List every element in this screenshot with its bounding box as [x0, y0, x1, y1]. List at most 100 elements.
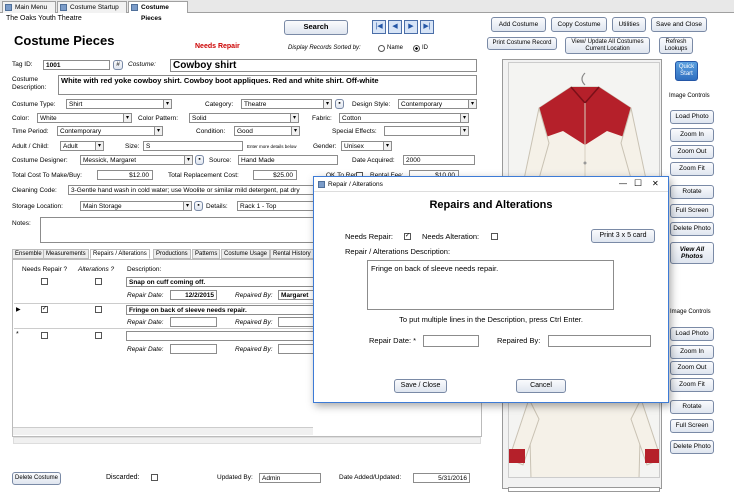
needs-repair-checkbox[interactable] [41, 278, 48, 285]
repaired-by-field[interactable] [548, 335, 651, 347]
zoom-out-button[interactable]: Zoom Out [670, 145, 714, 159]
date-acquired-field[interactable]: 2000 [403, 155, 475, 165]
add-designer-button[interactable]: ▪ [195, 155, 204, 165]
notes-field[interactable] [40, 217, 315, 243]
horizontal-scrollbar[interactable] [13, 427, 313, 435]
tab-patterns[interactable]: Patterns [192, 249, 221, 259]
add-costume-button[interactable]: Add Costume [491, 17, 546, 32]
repair-date-field[interactable] [170, 317, 217, 327]
repair-date-field[interactable]: 12/2/2015 [170, 290, 217, 300]
alteration-checkbox[interactable] [95, 332, 102, 339]
adult-child-select[interactable]: Adult ▾ [60, 141, 104, 151]
prev-record-icon[interactable]: ◀ [388, 20, 402, 34]
full-screen-button[interactable]: Full Screen [670, 204, 714, 218]
alteration-checkbox[interactable] [95, 278, 102, 285]
costume-name-field[interactable]: Cowboy shirt [170, 59, 477, 72]
tab-costume-startup[interactable]: Costume Startup [57, 1, 127, 13]
discarded-checkbox[interactable] [151, 474, 158, 481]
fabric-select[interactable]: Cotton ▾ [339, 113, 469, 123]
description-field[interactable]: White with red yoke cowboy shirt. Cowboy… [58, 75, 477, 95]
details-field[interactable]: Rack 1 - Top [237, 201, 317, 211]
storage-location-select[interactable]: Main Storage ▾ [80, 201, 192, 211]
needs-repair-checkbox[interactable] [41, 332, 48, 339]
rotate-button[interactable]: Rotate [670, 400, 714, 414]
tab-rental-history[interactable]: Rental History [270, 249, 314, 259]
needs-repair-checkbox[interactable]: ✓ [404, 233, 411, 240]
tab-repairs-alterations[interactable]: Repairs / Alterations [90, 249, 150, 259]
alteration-checkbox[interactable] [95, 306, 102, 313]
tab-costume-usage[interactable]: Costume Usage [221, 249, 271, 259]
print-card-button[interactable]: Print 3 x 5 card [591, 229, 655, 243]
save-close-button[interactable]: Save / Close [394, 379, 447, 393]
tab-costume-pieces[interactable]: Costume Pieces [128, 1, 188, 22]
tab-ensemble[interactable]: Ensemble [12, 249, 45, 259]
color-pattern-select[interactable]: Solid ▾ [189, 113, 299, 123]
repaired-by-field[interactable]: Margaret [278, 290, 314, 300]
design-style-select[interactable]: Contemporary ▾ [398, 99, 477, 109]
condition-select[interactable]: Good ▾ [234, 126, 300, 136]
designer-select[interactable]: Messick, Margaret ▾ [80, 155, 193, 165]
view-update-costumes-button[interactable]: View/ Update All Costumes Current Locati… [565, 37, 650, 54]
cleaning-code-select[interactable]: 3-Gentle hand wash in cold water; use Wo… [68, 185, 318, 195]
add-storage-button[interactable]: ▪ [194, 201, 203, 211]
repair-description-field[interactable]: Fringe on back of sleeve needs repair. [126, 305, 314, 315]
category-select[interactable]: Theatre ▾ [241, 99, 332, 109]
repair-date-field[interactable] [423, 335, 479, 347]
tab-measurements[interactable]: Measurements [43, 249, 89, 259]
repair-description-field[interactable]: Snap on cuff coming off. [126, 277, 314, 287]
time-period-select[interactable]: Contemporary ▾ [57, 126, 163, 136]
gender-select[interactable]: Unisex ▾ [341, 141, 392, 151]
minimize-icon[interactable]: — [619, 179, 627, 188]
zoom-in-button[interactable]: Zoom In [670, 345, 714, 359]
zoom-fit-button[interactable]: Zoom Fit [670, 378, 714, 392]
view-all-photos-button[interactable]: View All Photos [670, 242, 714, 264]
repaired-by-field[interactable] [278, 344, 314, 354]
type-select[interactable]: Shirt ▾ [66, 99, 172, 109]
size-field[interactable]: S [143, 141, 243, 151]
hash-button[interactable]: # [113, 60, 123, 70]
print-record-button[interactable]: Print Costume Record [487, 37, 557, 50]
date-added-field[interactable]: 5/31/2016 [413, 473, 470, 483]
sort-name-radio[interactable] [378, 45, 385, 52]
tab-main-menu[interactable]: Main Menu [2, 1, 56, 13]
needs-alteration-checkbox[interactable] [491, 233, 498, 240]
zoom-fit-button[interactable]: Zoom Fit [670, 162, 714, 176]
load-photo-button[interactable]: Load Photo [670, 327, 714, 341]
form-scrollbar[interactable] [13, 437, 481, 444]
refresh-lookups-button[interactable]: Refresh Lookups [659, 37, 693, 54]
zoom-in-button[interactable]: Zoom In [670, 128, 714, 142]
delete-photo-button[interactable]: Delete Photo [670, 440, 714, 454]
utilities-button[interactable]: Utilities [612, 17, 646, 32]
updated-by-field[interactable]: Admin [259, 473, 321, 483]
full-screen-button[interactable]: Full Screen [670, 419, 714, 433]
tab-productions[interactable]: Productions [153, 249, 191, 259]
first-record-icon[interactable]: |◀ [372, 20, 386, 34]
last-record-icon[interactable]: ▶| [420, 20, 434, 34]
load-photo-button[interactable]: Load Photo [670, 110, 714, 124]
description-textarea[interactable]: Fringe on back of sleeve needs repair. [367, 260, 614, 310]
search-button[interactable]: Search [284, 20, 348, 35]
quick-start-button[interactable]: Quick Start [675, 61, 698, 81]
color-select[interactable]: White ▾ [37, 113, 132, 123]
next-record-icon[interactable]: ▶ [404, 20, 418, 34]
delete-photo-button[interactable]: Delete Photo [670, 222, 714, 236]
repair-description-field[interactable] [126, 331, 314, 341]
cancel-button[interactable]: Cancel [516, 379, 566, 393]
zoom-out-button[interactable]: Zoom Out [670, 361, 714, 375]
close-icon[interactable]: ✕ [652, 179, 659, 188]
tag-id-field[interactable]: 1001 [43, 60, 110, 70]
maximize-icon[interactable]: ☐ [634, 178, 642, 189]
delete-costume-button[interactable]: Delete Costume [12, 472, 61, 485]
total-cost-field[interactable]: $12.00 [97, 170, 153, 180]
sort-id-radio[interactable] [413, 45, 420, 52]
special-effects-select[interactable]: ▾ [384, 126, 469, 136]
repaired-by-field[interactable] [278, 317, 314, 327]
rotate-button[interactable]: Rotate [670, 185, 714, 199]
replacement-cost-field[interactable]: $25.00 [253, 170, 297, 180]
source-field[interactable]: Hand Made [238, 155, 338, 165]
save-close-button[interactable]: Save and Close [651, 17, 707, 32]
repair-date-field[interactable] [170, 344, 217, 354]
add-category-button[interactable]: ▪ [335, 99, 344, 109]
copy-costume-button[interactable]: Copy Costume [551, 17, 607, 32]
dialog-titlebar[interactable]: Repair / Alterations [314, 177, 668, 192]
